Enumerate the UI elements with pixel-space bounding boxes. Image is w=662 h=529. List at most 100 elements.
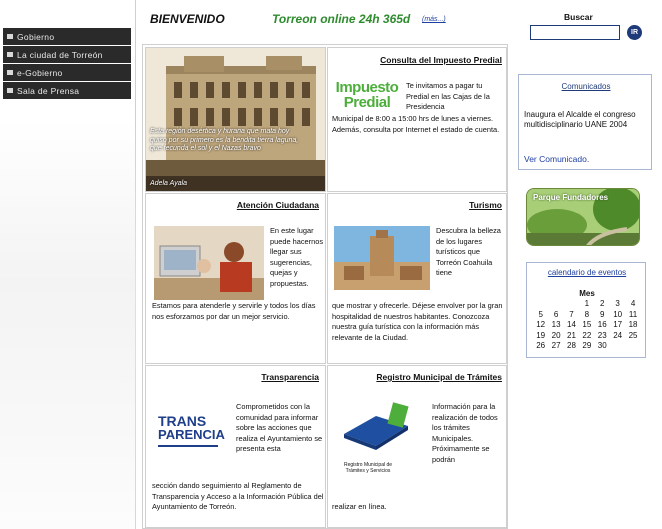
calendar-week: 1234 [533,299,641,310]
page-header: BIENVENIDO Torreon online 24h 365d (más.… [144,8,514,36]
calendar-week: 19 20 21 22 23 24 25 [533,331,641,342]
calendar-day[interactable]: 9 [595,310,610,321]
turismo-text-side: Descubra la belleza de los lugares turís… [436,226,501,277]
office-photo-illustration [154,226,264,300]
calendar-empty-cell [625,341,640,352]
calendar-day[interactable]: 13 [548,320,563,331]
menu-item-label: Sala de Prensa [17,85,80,96]
landmark-photo-illustration [334,226,430,290]
main-content: Esta región desértica y hurana que mata … [142,44,508,529]
calendar-day[interactable]: 19 [533,331,548,342]
calendar-empty-cell [548,299,563,310]
calendar-title[interactable]: calendario de eventos [527,268,647,277]
registro-text-side: Información para la realización de todos… [432,402,498,464]
impuesto-title[interactable]: Consulta del Impuesto Predial [380,55,502,65]
turismo-image [334,226,430,290]
main-menu: Gobierno La ciudad de Torreón e-Gobierno… [3,28,131,100]
more-link[interactable]: (más...) [422,16,446,23]
impuesto-text-side: Te invitamos a pagar tu Predial en las C… [406,81,490,111]
calendar-day[interactable]: 20 [548,331,563,342]
bullet-icon [7,88,13,93]
menu-item-gobierno[interactable]: Gobierno [3,28,131,45]
calendar-day[interactable]: 27 [548,341,563,352]
calendar-day[interactable]: 12 [533,320,548,331]
calendar-day[interactable]: 5 [533,310,548,321]
calendar-week: 26 27 28 29 30 [533,341,641,352]
calendar-day[interactable]: 16 [595,320,610,331]
calendar-day[interactable]: 10 [610,310,625,321]
events-calendar: calendario de eventos Mes 1 2 3 4 5 6 7 8 9 10 11 1… [526,262,646,358]
atencion-title[interactable]: Atención Ciudadana [237,200,319,210]
left-navigation: Gobierno La ciudad de Torreón e-Gobierno… [0,0,136,529]
registro-panel: Registro Municipal de Trámites Registro … [327,365,507,528]
parque-fundadores-banner[interactable]: Parque Fundadores [526,188,640,246]
building-illustration [146,48,325,191]
menu-item-sala-prensa[interactable]: Sala de Prensa [3,82,131,99]
atencion-text-full: Estamos para atenderle y servirle y todo… [152,301,316,321]
impuesto-logo-line2: Predial [343,94,391,111]
comunicados-text: Inaugura el Alcalde el congreso multidis… [524,110,636,129]
transparencia-title[interactable]: Transparencia [261,372,319,382]
calendar-grid: 1 2 3 4 5 6 7 8 9 10 11 12 13 14 15 16 17 18 19 20 21 22 23 24 2… [533,299,641,352]
impuesto-panel: Consulta del Impuesto Predial Impuesto P… [327,47,507,192]
ver-comunicado-link[interactable]: Ver Comunicado. [524,154,589,164]
search-go-button[interactable]: IR [627,25,642,40]
calendar-day[interactable]: 21 [564,331,579,342]
calendar-day[interactable]: 25 [625,331,640,342]
calendar-day[interactable]: 14 [564,320,579,331]
calendar-empty-cell [533,299,548,310]
turismo-title[interactable]: Turismo [469,200,502,210]
menu-item-ciudad[interactable]: La ciudad de Torreón [3,46,131,63]
transparencia-panel: Transparencia TRANS PARENCIA Comprometid… [145,365,326,528]
search-label: Buscar [564,12,593,22]
calendar-day[interactable]: 26 [533,341,548,352]
calendar-day[interactable]: 18 [625,320,640,331]
calendar-day[interactable]: 30 [595,341,610,352]
calendar-day[interactable]: 15 [579,320,594,331]
calendar-day[interactable]: 7 [564,310,579,321]
calendar-day[interactable]: 29 [579,341,594,352]
registro-title[interactable]: Registro Municipal de Trámites [376,372,502,382]
calendar-day[interactable]: 6 [548,310,563,321]
book-icon [344,402,409,450]
calendar-day[interactable]: 4 [625,299,640,310]
comunicados-title[interactable]: Comunicados [519,82,653,91]
calendar-day[interactable]: 22 [579,331,594,342]
calendar-day[interactable]: 3 [610,299,625,310]
atencion-panel: Atención Ciudadana En este lugar puede h… [145,193,326,364]
calendar-empty-cell [610,341,625,352]
menu-item-label: La ciudad de Torreón [17,49,103,60]
bullet-icon [7,34,13,39]
logo-underline [158,445,218,447]
transparencia-text-side: Comprometidos con la comunidad para info… [236,402,323,453]
menu-item-egobierno[interactable]: e-Gobierno [3,64,131,81]
calendar-day[interactable]: 28 [564,341,579,352]
impuesto-logo[interactable]: Impuesto Predial [332,80,402,116]
calendar-day[interactable]: 11 [625,310,640,321]
transparencia-text-full: sección dando seguimiento al Reglamento … [152,481,324,511]
calendar-empty-cell [564,299,579,310]
calendar-day[interactable]: 8 [579,310,594,321]
menu-item-label: e-Gobierno [17,67,63,78]
calendar-day[interactable]: 23 [595,331,610,342]
hero-photo-panel: Esta región desértica y hurana que mata … [145,47,326,192]
calendar-week: 5 6 7 8 9 10 11 [533,310,641,321]
registro-text-full: realizar en línea. [332,502,387,511]
photo-caption: Esta región desértica y hurana que mata … [150,128,299,152]
transparencia-logo[interactable]: TRANS PARENCIA [158,414,228,454]
parque-label: Parque Fundadores [533,193,609,202]
registro-logo-caption: Registro Municipal de Trámites y Servici… [343,462,393,474]
background-watermark [0,120,136,529]
transparencia-logo-line2: PARENCIA [158,427,225,442]
calendar-day[interactable]: 24 [610,331,625,342]
calendar-day[interactable]: 1 [579,299,594,310]
menu-item-label: Gobierno [17,31,55,42]
site-tagline: Torreon online 24h 365d [272,12,411,26]
impuesto-text-full: Municipal de 8:00 a 15:00 hrs de lunes a… [332,114,500,134]
building-photo: Esta región desértica y hurana que mata … [146,48,325,191]
calendar-day[interactable]: 17 [610,320,625,331]
registro-logo[interactable] [336,396,416,460]
calendar-day[interactable]: 2 [595,299,610,310]
search-input[interactable] [530,25,620,40]
turismo-panel: Turismo Descubra la belleza de los lugar… [327,193,507,364]
